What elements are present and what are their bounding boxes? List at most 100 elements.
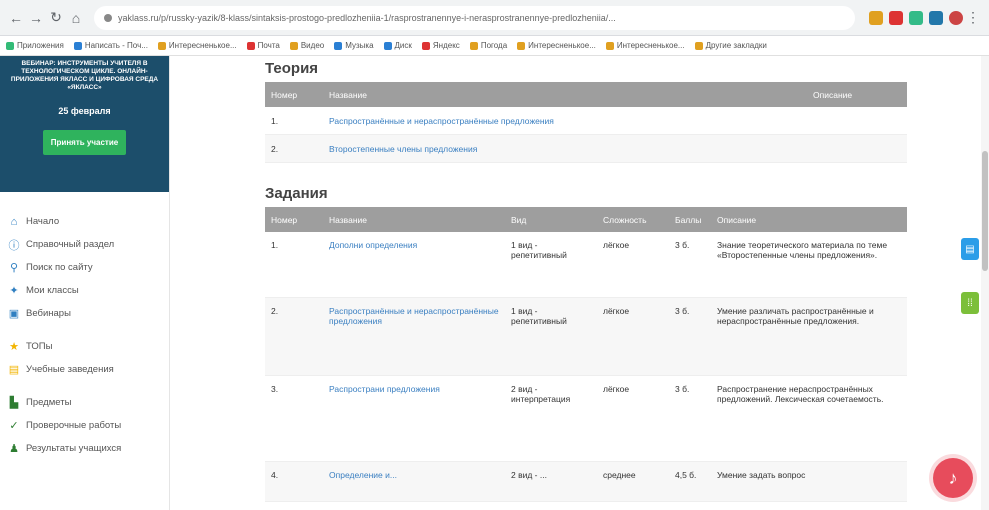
classes-icon: ✦ [9,285,19,297]
join-button[interactable]: Принять участие [42,130,127,155]
scrollbar-thumb[interactable] [982,151,988,271]
sidebar-item-label: Начало [26,216,60,227]
bookmark-label: Яндекс [432,41,460,50]
sidebar-item-label: Предметы [26,397,72,408]
back-icon[interactable]: ← [6,8,26,28]
sidebar-item[interactable]: ★ ТОПы [0,335,169,358]
task-link[interactable]: Распространённые и нераспространённые пр… [323,302,505,330]
task-link[interactable]: Распространи предложения [323,380,505,398]
chat-widget-icon[interactable]: ▤ [961,238,979,260]
bookmark-item[interactable]: Написать - Поч... [73,41,148,50]
bookmark-item[interactable]: Яндекс [421,41,460,50]
task-points: 3 б. [675,384,690,394]
extension-icon[interactable] [929,10,943,25]
bookmark-icon [289,41,298,50]
bookmark-item[interactable]: Диск [383,41,412,50]
bookmarks-bar: Приложения Написать - Поч... Интересненько… [0,36,989,56]
notification-bell-icon[interactable]: ♪ [933,458,973,498]
extension-icon[interactable] [889,10,903,25]
col-name: Название [329,214,367,225]
check-icon: ✓ [9,420,19,432]
sidebar-item-label: ТОПы [26,341,53,352]
home-browser-icon[interactable]: ⌂ [66,8,86,28]
sidebar-menu: ⌂ Начало ⓘ Справочный раздел ⚲ Поиск по сайту… [0,192,169,460]
tasks-title: Задания [265,185,328,202]
main-content: Теория Номер Название Описание 1. Распрос… [170,56,989,510]
task-description: Умение задать вопрос [717,470,806,480]
row-number: 2. [271,143,279,154]
sidebar-item-label: Вебинары [26,308,71,319]
address-bar[interactable]: yaklass.ru/p/russky-yazik/8-klass/sintak… [94,5,855,30]
task-link[interactable]: Дополни определения [323,236,505,254]
table-row: 4. Определение и... 2 вид - ... среднее 4,5 … [265,462,907,502]
task-type: 1 вид - репетитивный [511,306,567,326]
reload-icon[interactable]: ↻ [46,8,66,28]
task-type: 2 вид - интерпретация [511,384,571,404]
bookmark-label: Музыка [345,41,374,50]
bookmark-label: Интересненькое... [528,41,596,50]
results-icon: ♟ [9,443,19,455]
profile-avatar[interactable] [949,10,963,25]
sidebar-item[interactable]: ▣ Вебинары [0,302,169,325]
col-type: Вид [511,214,527,225]
extension-icon[interactable] [869,10,883,25]
bookmark-item[interactable]: Приложения [6,41,64,50]
sidebar-item[interactable]: ⌂ Начало [0,210,169,233]
bookmark-item[interactable]: Видео [289,41,324,50]
promo-date: 25 февраля [58,106,111,116]
row-number: 4. [271,470,279,480]
bookmark-label: Другие закладки [705,41,767,50]
bookmark-label: Диск [394,41,412,50]
sidebar-item[interactable]: ⓘ Справочный раздел [0,233,169,256]
bookmark-item[interactable]: Другие закладки [694,41,767,50]
sidebar-item[interactable]: ✦ Мои классы [0,279,169,302]
bookmark-icon [383,41,392,50]
forward-icon[interactable]: → [26,8,46,28]
task-description: Распространение нераспространённых предл… [717,384,884,404]
col-num: Номер [271,89,298,100]
task-difficulty: лёгкое [603,306,630,316]
task-link[interactable]: Определение и... [323,466,505,484]
col-desc: Описание [717,214,757,225]
sidebar-item[interactable]: ♟ Результаты учащихся [0,437,169,460]
sidebar-item[interactable]: ▤ Учебные заведения [0,358,169,381]
sidebar-item[interactable]: ▙ Предметы [0,391,169,414]
theory-header-row: Номер Название Описание [265,82,907,107]
theory-link[interactable]: Распространённые и нераспространённые пр… [323,112,807,130]
bookmark-item[interactable]: Интересненькое... [157,41,237,50]
theory-table: Номер Название Описание 1. Распространённ… [265,82,907,163]
bookmark-icon [517,41,526,50]
scrollbar[interactable] [981,56,989,510]
sidebar: Вебинар: инструменты учителя в технологи… [0,56,170,510]
theory-link[interactable]: Второстепенные члены предложения [323,140,807,158]
bookmark-item[interactable]: Почта [246,41,280,50]
row-number: 2. [271,306,279,316]
apps-widget-icon[interactable]: ⁞⁞ [961,292,979,314]
extension-icon[interactable] [909,10,923,25]
bookmark-icon [157,41,166,50]
tasks-header-row: Номер Название Вид Сложность Баллы Описа… [265,207,907,232]
sidebar-item-label: Учебные заведения [26,364,114,375]
bookmark-label: Интересненькое... [168,41,237,50]
webinar-icon: ▣ [8,308,20,320]
sidebar-item[interactable]: ⚲ Поиск по сайту [0,256,169,279]
url-text: yaklass.ru/p/russky-yazik/8-klass/sintak… [118,12,616,23]
sidebar-item[interactable]: ✓ Проверочные работы [0,414,169,437]
sidebar-item-label: Проверочные работы [26,420,122,431]
lock-icon [104,13,112,22]
task-points: 4,5 б. [675,470,697,480]
bookmark-item[interactable]: Интересненькое... [605,41,685,50]
bookmark-label: Приложения [17,41,64,50]
bookmark-icon [334,41,343,50]
table-row: 1. Распространённые и нераспространённые … [265,107,907,135]
school-icon: ▤ [8,364,20,376]
bookmark-item[interactable]: Погода [469,41,507,50]
menu-kebab-icon[interactable]: ⋮ [963,8,983,28]
bookmark-item[interactable]: Интересненькое... [517,41,596,50]
bookmark-item[interactable]: Музыка [334,41,374,50]
task-points: 3 б. [675,306,690,316]
sidebar-item-label: Результаты учащихся [26,443,122,454]
search-icon: ⚲ [9,262,19,274]
table-row: 1. Дополни определения 1 вид - репетитивны… [265,232,907,298]
bookmark-label: Интересненькое... [616,41,685,50]
